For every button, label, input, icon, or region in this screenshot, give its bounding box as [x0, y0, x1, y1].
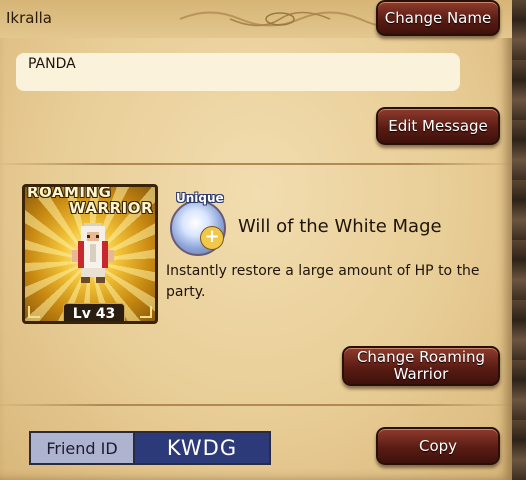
player-name: Ikralla [6, 9, 52, 27]
card-corner-ornament [140, 306, 152, 318]
white-mage-sprite-icon [72, 223, 114, 283]
plus-icon: + [200, 226, 224, 250]
section-divider-top [0, 163, 512, 165]
copy-button[interactable]: Copy [376, 427, 500, 465]
card-corner-ornament [28, 306, 40, 318]
ability-name: Will of the White Mage [238, 216, 442, 237]
friend-id-value: KWDG [135, 433, 269, 463]
section-divider-bottom [0, 404, 512, 406]
warrior-level-plate: Lv 43 [63, 303, 125, 321]
roaming-warrior-banner: ROAMING WARRIOR [25, 184, 155, 217]
banner-line-1: ROAMING [27, 184, 112, 201]
change-roaming-warrior-button[interactable]: Change Roaming Warrior [342, 346, 500, 386]
change-name-button[interactable]: Change Name [376, 0, 500, 36]
background-scenery-strip [512, 0, 526, 480]
roaming-warrior-card: ROAMING WARRIOR Lv 43 [22, 184, 158, 324]
unique-tag: Unique [176, 191, 224, 205]
filigree-ornament-icon [179, 11, 387, 27]
profile-panel: Ikralla Change Name PANDA Edit Message R… [0, 0, 512, 480]
ability-description: Instantly restore a large amount of HP t… [166, 263, 480, 300]
friend-id-label: Friend ID [31, 433, 135, 463]
edit-message-button[interactable]: Edit Message [376, 107, 500, 145]
profile-message-field: PANDA [16, 53, 460, 91]
friend-id-box: Friend ID KWDG [29, 431, 271, 465]
banner-line-2: WARRIOR [69, 199, 153, 217]
